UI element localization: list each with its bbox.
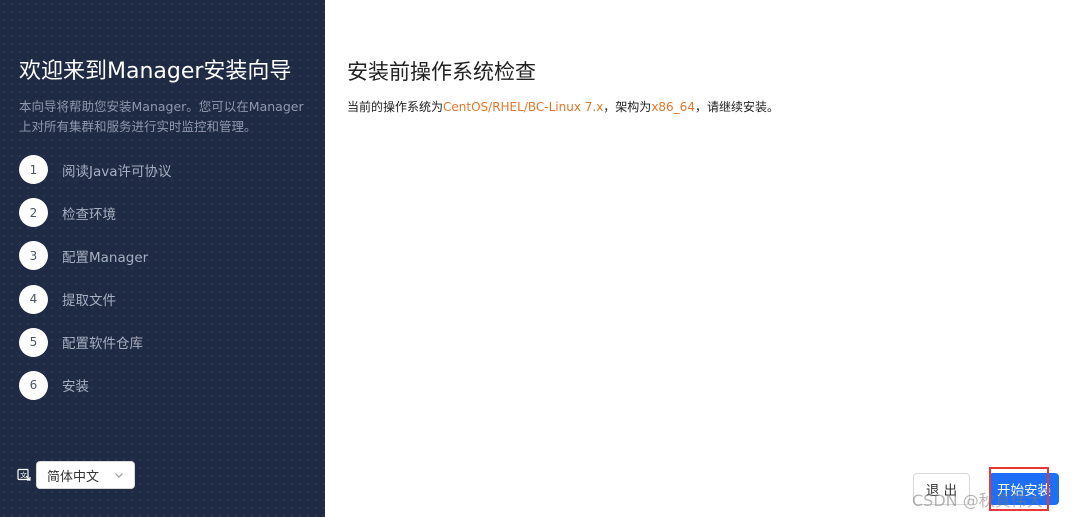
step-label: 配置Manager [62, 249, 149, 266]
installer-wizard: 欢迎来到Manager安装向导 本向导将帮助您安装Manager。您可以在Man… [0, 0, 1075, 517]
start-install-button[interactable]: 开始安装 [989, 473, 1059, 505]
step-list: 1 阅读Java许可协议 2 检查环境 3 配置Manager 4 提取文件 5… [19, 155, 172, 414]
step-label: 提取文件 [62, 293, 116, 310]
step-number: 3 [19, 241, 48, 271]
svg-text:文: 文 [20, 471, 27, 480]
language-select[interactable]: 简体中文 [36, 461, 135, 489]
step-label: 阅读Java许可协议 [62, 163, 172, 180]
step-item: 1 阅读Java许可协议 [19, 155, 172, 184]
os-check-mid: ，架构为 [603, 100, 652, 114]
step-label: 检查环境 [62, 206, 116, 223]
step-item: 5 配置软件仓库 [19, 327, 172, 357]
step-item: 6 安装 [19, 370, 172, 400]
step-number: 2 [19, 198, 48, 228]
exit-button[interactable]: 退 出 [913, 473, 970, 505]
step-number: 4 [19, 284, 48, 314]
os-name: CentOS/RHEL/BC-Linux 7.x [443, 100, 604, 114]
sidebar-title: 欢迎来到Manager安装向导 [19, 59, 292, 84]
os-check-suffix: ，请继续安装。 [694, 100, 779, 114]
language-select-value: 简体中文 [47, 469, 100, 485]
arch-name: x86_64 [651, 100, 695, 114]
step-number: 5 [19, 327, 48, 357]
os-check-message: 当前的操作系统为CentOS/RHEL/BC-Linux 7.x，架构为x86_… [347, 98, 779, 116]
step-label: 配置软件仓库 [62, 336, 143, 353]
step-item: 3 配置Manager [19, 241, 172, 271]
step-item: 4 提取文件 [19, 284, 172, 314]
step-number: 1 [19, 155, 48, 184]
step-label: 安装 [62, 379, 89, 396]
main-content: 安装前操作系统检查 当前的操作系统为CentOS/RHEL/BC-Linux 7… [325, 0, 1075, 517]
sidebar: 欢迎来到Manager安装向导 本向导将帮助您安装Manager。您可以在Man… [0, 0, 325, 517]
chevron-down-icon [115, 473, 123, 478]
sidebar-description: 本向导将帮助您安装Manager。您可以在Manager上对所有集群和服务进行实… [19, 99, 304, 134]
language-icon: 文 [17, 468, 31, 481]
os-check-prefix: 当前的操作系统为 [347, 100, 444, 114]
step-item: 2 检查环境 [19, 198, 172, 228]
page-title: 安装前操作系统检查 [347, 60, 536, 84]
step-number: 6 [19, 370, 48, 400]
language-switcher: 文 简体中文 [17, 461, 135, 489]
